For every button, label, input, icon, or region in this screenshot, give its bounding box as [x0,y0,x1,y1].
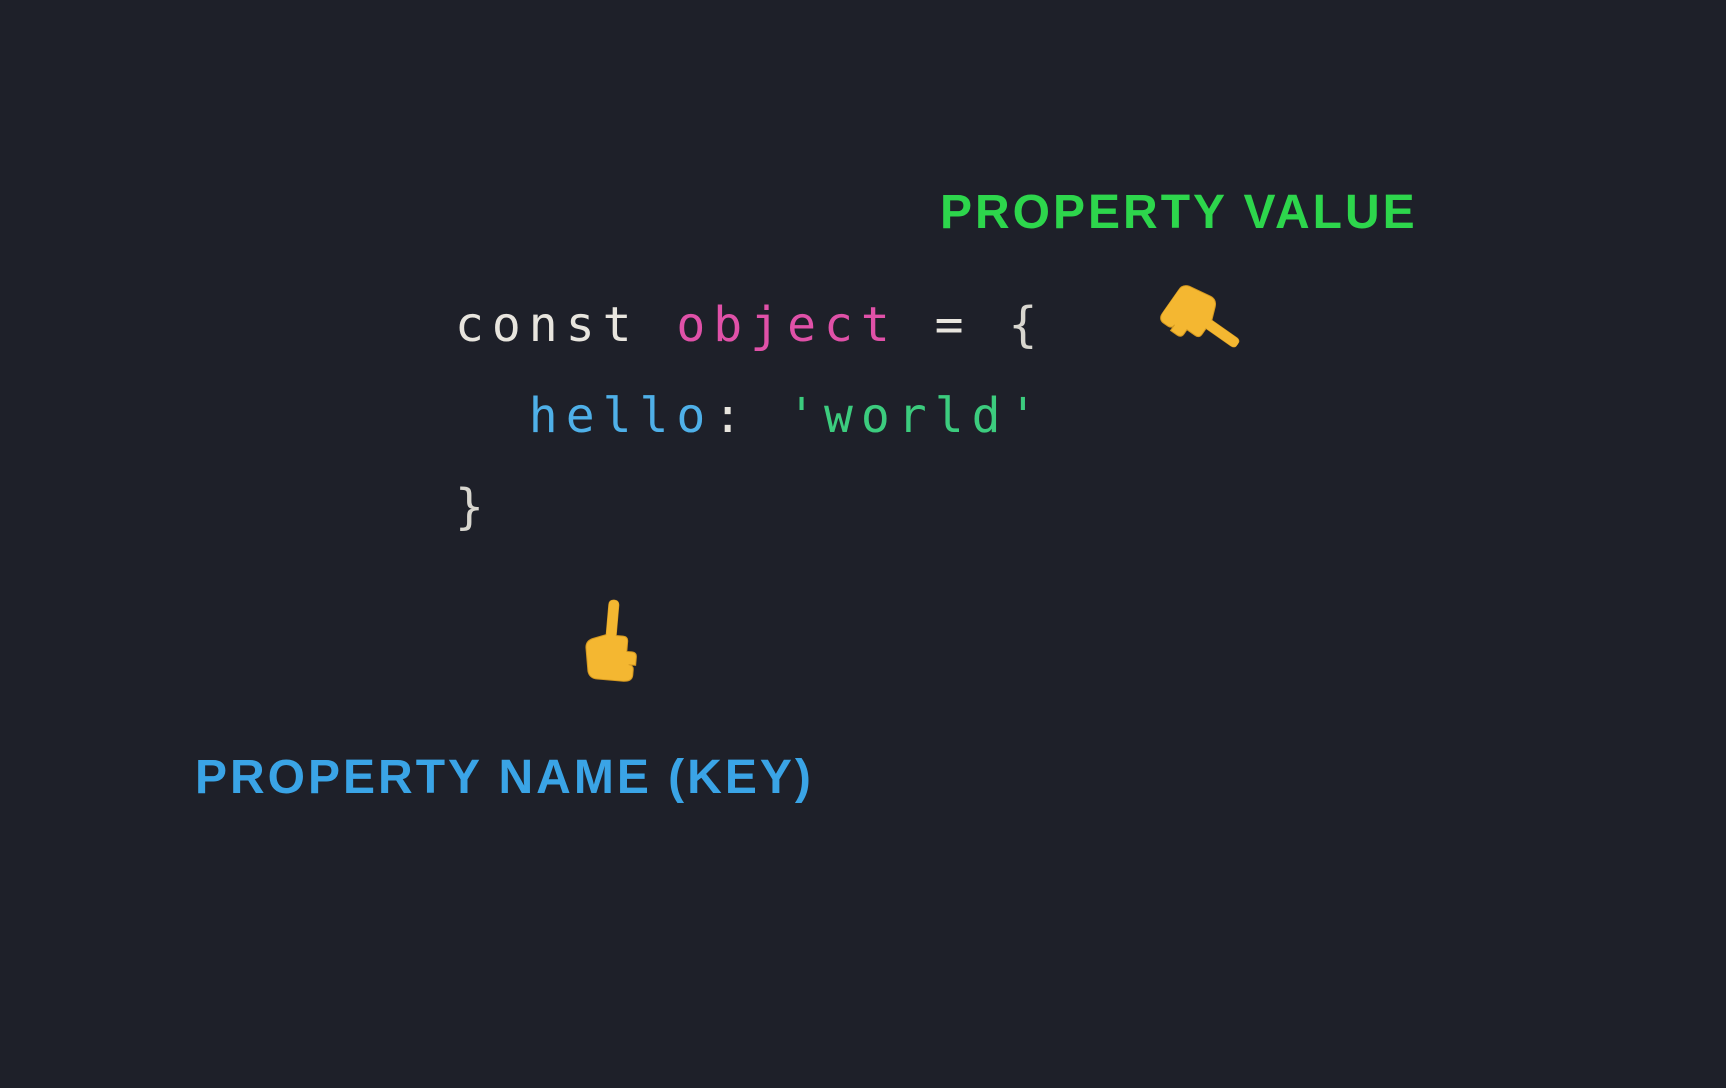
pointing-hand-right-icon [1137,262,1264,396]
identifier-object: object [676,297,897,353]
code-line-3: } [455,462,1045,553]
open-brace: { [1008,297,1045,353]
property-key: hello [529,388,714,444]
indent [455,388,529,444]
close-brace: } [455,479,492,535]
code-line-1: const object = { [455,280,1045,371]
code-line-2: hello: 'world' [455,371,1045,462]
pointing-hand-up-icon [565,592,654,706]
keyword-const: const [455,297,676,353]
equals-sign: = [898,297,1009,353]
property-name-label: property name (key) [195,750,814,805]
property-value-label: property value [940,185,1418,240]
code-snippet: const object = { hello: 'world' } [455,280,1045,554]
property-string: 'world' [787,388,1045,444]
colon: : [713,388,787,444]
